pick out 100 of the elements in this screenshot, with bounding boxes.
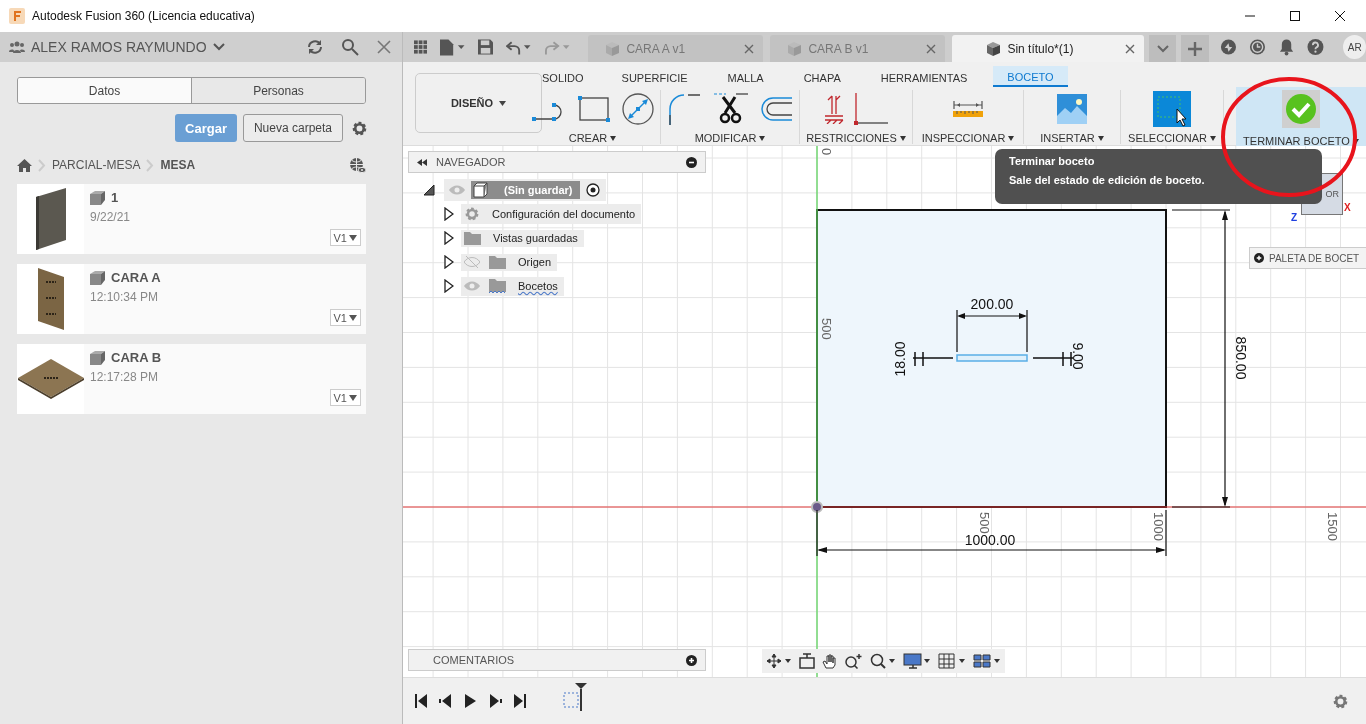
collapsed-triangle-icon[interactable] [444, 207, 454, 221]
rectangle-tool-icon[interactable] [577, 96, 610, 122]
version-dropdown[interactable]: V1 [329, 229, 361, 246]
collapsed-triangle-icon[interactable] [444, 255, 454, 269]
tool-group-menu[interactable]: RESTRICCIONES [806, 132, 906, 144]
help-icon[interactable] [1307, 38, 1325, 56]
tool-group-menu[interactable]: CREAR [568, 132, 617, 144]
scissors-icon[interactable] [714, 93, 748, 125]
perpendicular-constraint-icon[interactable] [854, 93, 888, 125]
file-menu-icon[interactable] [440, 38, 465, 56]
tool-group-menu[interactable]: MODIFICAR [694, 132, 766, 144]
ribbon-tab[interactable]: BOCETO [993, 66, 1068, 87]
breadcrumb-item[interactable]: MESA [160, 158, 196, 172]
ribbon-tab[interactable]: SOLIDO [542, 66, 584, 87]
zoom-icon[interactable] [845, 653, 863, 669]
dimension-label[interactable]: 850.00 [1233, 336, 1249, 380]
navigator-header[interactable]: NAVEGADOR [408, 151, 706, 173]
file-name[interactable]: 1 [111, 190, 119, 205]
save-icon[interactable] [477, 39, 493, 55]
play-icon[interactable] [465, 694, 476, 708]
dimension-label[interactable]: 200.00 [970, 296, 1014, 312]
viewports-icon[interactable] [973, 653, 1001, 669]
sketch-palette-bar[interactable]: PALETA DE BOCET [1249, 247, 1366, 269]
circle-tool-icon[interactable] [621, 93, 654, 125]
step-forward-icon[interactable] [488, 694, 502, 708]
expand-icon[interactable] [1254, 253, 1264, 263]
tool-group-menu[interactable]: SELECCIONAR [1128, 132, 1216, 144]
new-tab-button[interactable] [1181, 35, 1209, 62]
orbit-icon[interactable] [766, 653, 792, 669]
origin-point[interactable] [811, 501, 823, 513]
dimension-line[interactable] [912, 351, 954, 367]
checkmark-icon[interactable] [1282, 90, 1320, 128]
refresh-icon[interactable] [306, 38, 324, 56]
close-icon[interactable] [1334, 10, 1346, 22]
home-icon[interactable] [17, 158, 32, 172]
dimension-line[interactable] [1171, 209, 1231, 508]
sketch-rectangle[interactable] [816, 209, 1167, 508]
add-comment-icon[interactable] [686, 654, 697, 666]
workspace-dropdown[interactable]: DISEÑO [415, 73, 542, 133]
select-tool-icon[interactable] [1153, 91, 1191, 127]
tab-list-button[interactable] [1149, 35, 1177, 62]
version-dropdown[interactable]: V1 [329, 309, 361, 326]
undo-icon[interactable] [505, 39, 533, 55]
skip-end-icon[interactable] [514, 694, 526, 708]
file-card[interactable]: 1 9/22/21 V1 [17, 184, 366, 254]
display-settings-icon[interactable] [903, 653, 931, 669]
tab-label[interactable]: Sin título*(1) [1007, 41, 1074, 56]
fillet-tool-icon[interactable] [668, 93, 702, 125]
file-card[interactable]: CARA A 12:10:34 PM V1 [17, 264, 366, 334]
skip-start-icon[interactable] [415, 694, 427, 708]
pan-hand-icon[interactable] [822, 653, 838, 669]
dimension-label[interactable]: 9.00 [1070, 342, 1087, 370]
dimension-line[interactable] [1032, 351, 1074, 367]
document-tab[interactable]: Sin título*(1) [952, 35, 1145, 62]
panel-tab[interactable]: Datos [18, 78, 191, 103]
apps-grid-icon[interactable] [414, 40, 428, 54]
measure-ruler-icon[interactable] [953, 101, 983, 117]
file-name[interactable]: CARA B [111, 350, 162, 365]
comments-bar[interactable]: COMENTARIOS [408, 649, 706, 671]
settings-icon[interactable] [1332, 692, 1349, 710]
collapse-panel-icon[interactable] [417, 158, 427, 166]
close-tab-icon[interactable] [744, 43, 755, 54]
ribbon-tab[interactable]: HERRAMIENTAS [880, 66, 968, 87]
ribbon-tab[interactable]: CHAPA [803, 66, 841, 87]
chevron-down-icon[interactable] [212, 43, 225, 51]
job-status-icon[interactable] [1219, 38, 1237, 56]
clock-icon[interactable] [1249, 38, 1267, 56]
file-card[interactable]: CARA B 12:17:28 PM V1 [17, 344, 366, 414]
bell-icon[interactable] [1279, 38, 1295, 56]
close-panel-icon[interactable] [376, 39, 392, 55]
zoom-window-icon[interactable] [870, 653, 896, 669]
look-at-icon[interactable] [799, 653, 815, 669]
offset-tool-icon[interactable] [760, 96, 792, 122]
dimension-line[interactable] [956, 309, 1028, 353]
radio-icon[interactable] [586, 183, 601, 197]
step-back-icon[interactable] [439, 694, 453, 708]
close-tab-icon[interactable] [926, 43, 937, 54]
maximize-icon[interactable] [1289, 10, 1301, 22]
version-dropdown[interactable]: V1 [329, 389, 361, 406]
panel-tab[interactable]: Personas [191, 78, 365, 103]
coincident-constraint-icon[interactable] [824, 94, 844, 124]
settings-icon[interactable] [351, 119, 368, 137]
file-name[interactable]: CARA A [111, 270, 161, 285]
globe-icon[interactable] [349, 156, 366, 174]
expanded-triangle-icon[interactable] [423, 184, 435, 196]
ribbon-tab[interactable]: SUPERFICIE [621, 66, 688, 87]
search-icon[interactable] [341, 38, 359, 56]
breadcrumb-item[interactable]: PARCIAL-MESA [52, 158, 141, 172]
user-avatar[interactable]: AR [1343, 35, 1366, 59]
new-folder-button[interactable]: Nueva carpeta [242, 114, 343, 142]
timeline-marker-icon[interactable] [562, 683, 588, 711]
minimize-panel-icon[interactable] [686, 156, 697, 168]
ribbon-tab[interactable]: MALLA [727, 66, 764, 87]
image-insert-icon[interactable] [1057, 94, 1087, 124]
collapsed-triangle-icon[interactable] [444, 279, 454, 293]
tool-group-menu[interactable]: INSPECCIONAR [921, 132, 1015, 144]
close-tab-icon[interactable] [1125, 43, 1136, 54]
dimension-label[interactable]: 18.00 [891, 341, 908, 377]
collapsed-triangle-icon[interactable] [444, 231, 454, 245]
grid-settings-icon[interactable] [938, 653, 966, 669]
